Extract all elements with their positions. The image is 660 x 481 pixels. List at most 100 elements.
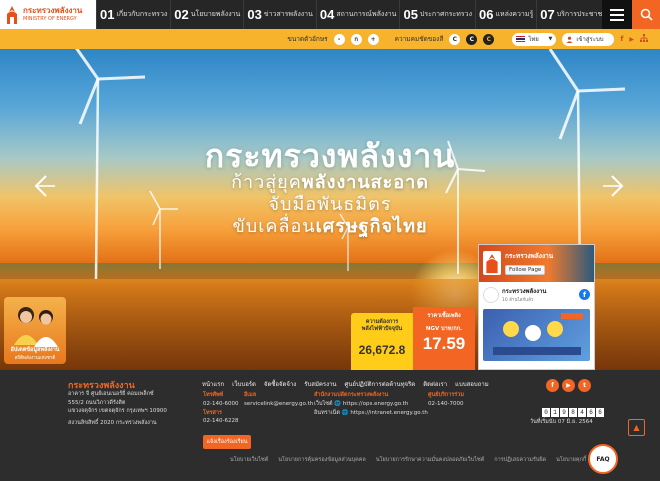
follow-page-button[interactable]: Follow Page [505, 265, 546, 275]
faq-button[interactable]: FAQ [588, 444, 618, 474]
thai-flag-icon [516, 36, 526, 42]
footer-link-webboard[interactable]: เว็บบอร์ด [232, 379, 256, 389]
contrast-normal-button[interactable]: C [449, 33, 461, 45]
search-button[interactable] [632, 0, 660, 29]
footer-link-home[interactable]: หน้าแรก [202, 379, 224, 389]
nav-number: 05 [403, 7, 418, 22]
address-line: 555/2 ถนนวิภาวดีรังสิต [68, 399, 126, 406]
footer-link-contact[interactable]: ติดต่อเรา [423, 379, 447, 389]
avatar [483, 286, 499, 303]
utility-bar: ขนาดตัวอักษร - ก + ความคมชัดของสี C C C … [0, 29, 660, 49]
contrast-yellow-button[interactable]: C [483, 33, 495, 45]
ngv-label-2: NGV บาท/กก. [425, 326, 463, 333]
email-link[interactable]: servicelink@energy.go.th [244, 400, 313, 409]
page-likes: 10 ล้านไลก์แล้ว [502, 298, 534, 303]
nav-number: 07 [540, 7, 555, 22]
fax-label: โทรสาร [203, 409, 222, 416]
power-demand-label: ความต้องการ พลังไฟฟ้าปัจจุบัน [351, 313, 413, 333]
sitemap-icon[interactable] [640, 34, 648, 44]
power-demand-card[interactable]: ความต้องการ พลังไฟฟ้าปัจจุบัน 26,672.8 [351, 313, 413, 370]
contrast-dark-button[interactable]: C [466, 33, 478, 45]
lightbulb-illustration [493, 313, 583, 355]
language-select[interactable]: ไทย ▼ [512, 32, 557, 46]
policy-privacy[interactable]: นโยบายการคุ้มครองข้อมูลส่วนบุคคล [278, 456, 366, 464]
nav-label: แหล่งความรู้ [495, 10, 534, 18]
nav-announcements[interactable]: 05 ประกาศกระทรวง [399, 0, 475, 29]
footer-address: อาคาร จี ศูนย์เอนเนอร์ยี่ คอมเพล็กซ์ 555… [68, 390, 167, 416]
footer-links: หน้าแรก เว็บบอร์ด จัดซื้อจัดจ้าง รับสมัค… [202, 379, 489, 389]
chevron-down-icon: ▼ [548, 36, 553, 42]
font-normal-button[interactable]: ก [350, 33, 362, 45]
nav-number: 02 [174, 7, 189, 22]
nav-situation[interactable]: 04 สถานการณ์พลังงาน [315, 0, 400, 29]
nav-about[interactable]: 01 เกี่ยวกับกระทรวง [96, 0, 170, 29]
nav-label: นโยบายพลังงาน [190, 10, 241, 18]
nav-knowledge[interactable]: 06 แหล่งความรู้ [475, 0, 536, 29]
twitter-icon[interactable]: t [578, 379, 591, 392]
counter-digit: 8 [569, 408, 577, 417]
fax-value: 02-140-6228 [203, 418, 239, 425]
service-phone: 02-140-7000 [428, 400, 464, 407]
ngv-price-card[interactable]: ราคาเชื้อเพลิง NGV บาท/กก. 17.59 [413, 307, 475, 370]
facebook-widget[interactable]: กระทรวงพลังงาน Follow Page กระทรวงพลังงา… [478, 244, 595, 370]
counter-start-date: วันที่เริ่มนับ 07 มิ.ย. 2564 [530, 419, 593, 425]
counter-digit: 4 [578, 408, 586, 417]
nav-label: เกี่ยวกับกระทรวง [116, 10, 168, 18]
footer-contact-email: อีเมล servicelink@energy.go.th [244, 391, 313, 409]
footer-link-survey[interactable]: แบบสอบถาม [455, 379, 489, 389]
menu-button[interactable] [602, 0, 632, 29]
copyright: สงวนลิขสิทธิ์ 2020 กระทรวงพลังงาน [68, 420, 157, 426]
counter-digit: 6 [596, 408, 604, 417]
energy-info-card[interactable]: อัปเดตข้อมูลพลังงาน สถิติพลังงานแห่งชาติ [4, 297, 66, 364]
nav-label: ข่าวสารพลังงาน [263, 10, 313, 18]
footer-link-anticorruption[interactable]: ศูนย์ปฏิบัติการต่อต้านทุจริต [345, 379, 416, 389]
office-web[interactable]: เว็บไซต์ 🌐 https://ops.energy.go.th [314, 400, 428, 409]
font-decrease-button[interactable]: - [333, 33, 345, 45]
intranet-url: https://intranet.energy.go.th [350, 409, 428, 416]
contrast-label: ความคมชัดของสี [394, 35, 444, 43]
back-to-top-button[interactable]: ▲ [628, 419, 645, 436]
counter-digit: 0 [542, 408, 550, 417]
complaint-button[interactable]: แจ้งเรื่องร้องเรียน [203, 435, 251, 449]
nav-label: บริการประชาชน [556, 10, 608, 18]
facebook-icon[interactable]: f [579, 289, 590, 300]
service-label: ศูนย์บริการร่วม [428, 392, 464, 398]
user-icon [566, 36, 573, 43]
facebook-cover: กระทรวงพลังงาน Follow Page [479, 245, 594, 282]
login-button[interactable]: เข้าสู่ระบบ [562, 32, 615, 46]
facebook-post-image[interactable] [483, 309, 590, 361]
facebook-page-name: กระทรวงพลังงาน [505, 252, 554, 260]
menu-bar [610, 8, 624, 11]
font-size-label: ขนาดตัวอักษร [287, 35, 328, 43]
font-increase-button[interactable]: + [367, 33, 379, 45]
counter-digit: 1 [551, 408, 559, 417]
power-demand-value: 26,672.8 [358, 343, 406, 358]
footer-policy-links: นโยบายเว็บไซต์ นโยบายการคุ้มครองข้อมูลส่… [230, 456, 586, 464]
ministry-logo[interactable]: กระทรวงพลังงาน MINISTRY OF ENERGY [0, 0, 96, 29]
nav-number: 04 [319, 7, 335, 22]
nav-services[interactable]: 07 บริการประชาชน [536, 0, 610, 29]
menu-bar [610, 18, 624, 21]
footer-social: f ▶ t [546, 379, 591, 392]
address-line: อาคาร จี ศูนย์เอนเนอร์ยี่ คอมเพล็กซ์ [68, 391, 154, 397]
nav-news[interactable]: 03 ข่าวสารพลังงาน [243, 0, 316, 29]
visitor-counter: 0 1 9 8 4 6 6 [542, 408, 604, 417]
carousel-next-button[interactable] [602, 172, 630, 200]
post-author: กระทรวงพลังงาน [502, 288, 547, 295]
footer-contact-phone: โทรศัพท์ 02-140-6000 โทรสาร 02-140-6228 [203, 391, 238, 426]
footer-link-procurement[interactable]: จัดซื้อจัดจ้าง [264, 379, 296, 389]
globe-icon: 🌐 [341, 409, 349, 416]
policy-security[interactable]: นโยบายการรักษาความมั่นคงปลอดภัยเว็บไซต์ [376, 456, 484, 464]
policy-disclaimer[interactable]: การปฏิเสธความรับผิด [494, 456, 546, 464]
youtube-icon[interactable]: ▶ [629, 36, 634, 43]
carousel-prev-button[interactable] [28, 172, 56, 200]
nav-number: 03 [247, 7, 262, 22]
facebook-icon[interactable]: f [620, 35, 623, 43]
nav-policy[interactable]: 02 นโยบายพลังงาน [170, 0, 243, 29]
footer-link-jobs[interactable]: รับสมัครงาน [304, 379, 336, 389]
youtube-icon[interactable]: ▶ [562, 379, 575, 392]
policy-website[interactable]: นโยบายเว็บไซต์ [230, 456, 268, 464]
policy-cookie[interactable]: นโยบายคุกกี้ [556, 456, 586, 464]
facebook-icon[interactable]: f [546, 379, 559, 392]
office-intranet[interactable]: อินทราเน็ต 🌐 https://intranet.energy.go.… [314, 409, 428, 418]
